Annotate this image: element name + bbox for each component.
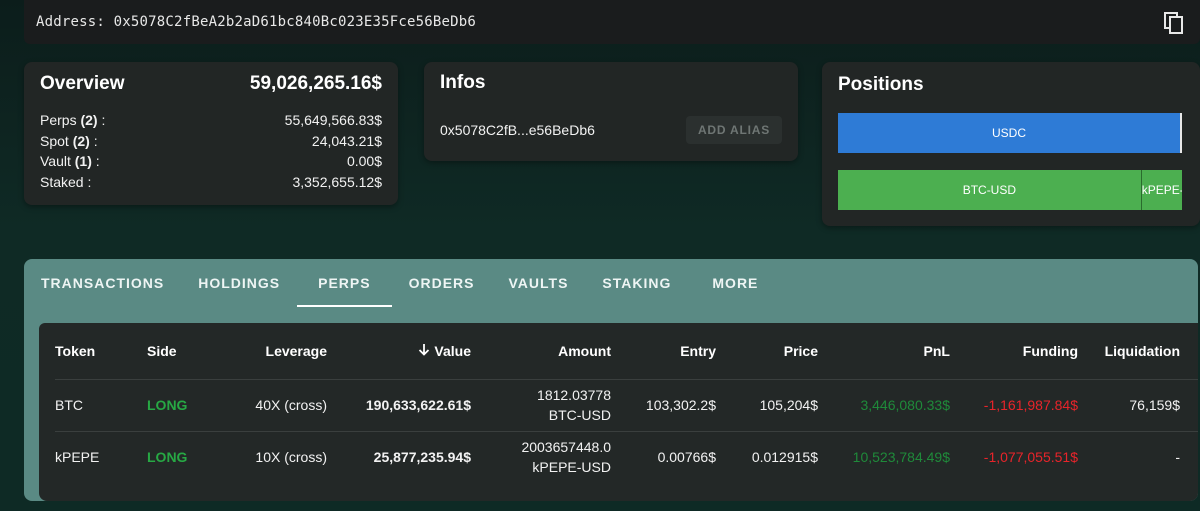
cell-price: 0.012915$: [751, 449, 818, 466]
col-token[interactable]: Token: [55, 323, 147, 380]
cell-liquidation: -: [1175, 449, 1180, 466]
col-amount[interactable]: Amount: [471, 323, 611, 380]
cell-token: BTC: [55, 379, 147, 432]
address-bar: Address: 0x5078C2fBeA2b2aD61bc840Bc023E3…: [24, 0, 1200, 44]
tab-vaults[interactable]: VAULTS: [492, 259, 586, 307]
amount-qty: 1812.03778: [537, 387, 611, 403]
table-row[interactable]: BTC LONG 40X (cross) 190,633,622.61$ 181…: [55, 379, 1198, 432]
tab-holdings[interactable]: HOLDINGS: [181, 259, 297, 307]
details-panel: TRANSACTIONS HOLDINGS PERPS ORDERS VAULT…: [24, 259, 1198, 501]
overview-row-spot: Spot (2) : 24,043.21$: [40, 131, 382, 152]
tab-orders[interactable]: ORDERS: [392, 259, 492, 307]
col-leverage[interactable]: Leverage: [217, 323, 327, 380]
cell-leverage: 40X (cross): [217, 379, 327, 432]
overview-total: 59,026,265.16$: [249, 73, 382, 94]
positions-title: Positions: [838, 74, 924, 95]
overview-row-label: Vault: [40, 153, 71, 169]
cell-entry: 0.00766$: [657, 449, 716, 466]
cell-price: 105,204$: [716, 379, 818, 432]
cell-pnl: 10,523,784.49$: [852, 449, 950, 466]
infos-title: Infos: [440, 72, 486, 93]
table-row[interactable]: kPEPE LONG 10X (cross) 25,877,235.94$ 20…: [55, 431, 1198, 483]
overview-title: Overview: [40, 73, 125, 94]
short-address: 0x5078C2fB...e56BeDb6: [440, 122, 595, 138]
tab-transactions[interactable]: TRANSACTIONS: [24, 259, 181, 307]
overview-row-label: Staked: [40, 173, 84, 190]
overview-row-staked: Staked : 3,352,655.12$: [40, 172, 382, 193]
col-funding[interactable]: Funding: [950, 323, 1078, 380]
overview-row-vault: Vault (1) : 0.00$: [40, 151, 382, 172]
overview-row-value: 24,043.21$: [311, 132, 382, 149]
col-entry[interactable]: Entry: [611, 323, 716, 380]
perps-table-card: Token Side Leverage Value Amount Entry P…: [39, 323, 1198, 501]
col-pnl[interactable]: PnL: [818, 323, 950, 380]
wallet-address: Address: 0x5078C2fBeA2b2aD61bc840Bc023E3…: [36, 14, 477, 30]
add-alias-button[interactable]: ADD ALIAS: [686, 116, 782, 144]
amount-unit: kPEPE-USD: [532, 459, 611, 476]
spot-positions-bar[interactable]: USDC: [838, 113, 1182, 153]
perp-positions-bar[interactable]: BTC-USD kPEPE-USD: [838, 170, 1182, 210]
overview-card: Overview 59,026,265.16$ Perps (2) : 55,6…: [24, 62, 398, 205]
arrow-down-icon: [418, 343, 430, 359]
cell-entry: 103,302.2$: [611, 379, 716, 432]
overview-row-label: Perps: [40, 112, 77, 128]
position-segment-kpepe[interactable]: kPEPE-USD: [1140, 170, 1182, 210]
cell-funding: -1,161,987.84$: [950, 379, 1078, 432]
cell-leverage: 10X (cross): [255, 449, 327, 466]
cell-funding: -1,077,055.51$: [983, 449, 1078, 466]
perps-table: Token Side Leverage Value Amount Entry P…: [55, 323, 1198, 483]
cell-side: LONG: [147, 379, 217, 432]
cell-token: kPEPE: [55, 449, 100, 466]
overview-row-perps: Perps (2) : 55,649,566.83$: [40, 110, 382, 131]
cell-value: 25,877,235.94$: [373, 449, 471, 466]
col-liquidation[interactable]: Liquidation: [1078, 323, 1198, 380]
overview-row-count: (2): [80, 112, 98, 128]
cell-amount: 1812.03778 BTC-USD: [471, 379, 611, 432]
overview-row-value: 55,649,566.83$: [284, 112, 382, 128]
amount-unit: BTC-USD: [548, 407, 611, 423]
tab-more[interactable]: MORE: [695, 259, 775, 307]
col-value-label: Value: [434, 342, 471, 359]
overview-row-count: (2): [72, 132, 90, 149]
overview-row-value: 0.00$: [346, 153, 382, 169]
overview-row-value: 3,352,655.12$: [292, 173, 382, 190]
col-price[interactable]: Price: [716, 323, 818, 380]
positions-card: Positions USDC BTC-USD kPEPE-USD: [822, 62, 1200, 226]
position-segment-btc[interactable]: BTC-USD: [838, 170, 1141, 210]
overview-row-label: Spot: [40, 132, 69, 149]
cell-value: 190,633,622.61$: [327, 379, 471, 432]
cell-pnl: 3,446,080.33$: [818, 379, 950, 432]
col-side[interactable]: Side: [147, 323, 217, 380]
tab-perps[interactable]: PERPS: [297, 259, 393, 307]
infos-card: Infos 0x5078C2fB...e56BeDb6 ADD ALIAS: [424, 62, 798, 161]
col-value[interactable]: Value: [327, 323, 471, 380]
position-segment-usdc[interactable]: USDC: [838, 113, 1182, 153]
cell-amount: 2003657448.0 kPEPE-USD: [471, 431, 611, 483]
tab-staking[interactable]: STAKING: [585, 259, 695, 307]
cell-liquidation: 76,159$: [1078, 379, 1198, 432]
tab-bar: TRANSACTIONS HOLDINGS PERPS ORDERS VAULT…: [24, 259, 1198, 307]
overview-row-count: (1): [74, 153, 92, 169]
copy-icon[interactable]: [1164, 12, 1184, 34]
cell-side: LONG: [147, 449, 188, 466]
table-header-row: Token Side Leverage Value Amount Entry P…: [55, 323, 1198, 380]
amount-qty: 2003657448.0: [521, 439, 611, 456]
